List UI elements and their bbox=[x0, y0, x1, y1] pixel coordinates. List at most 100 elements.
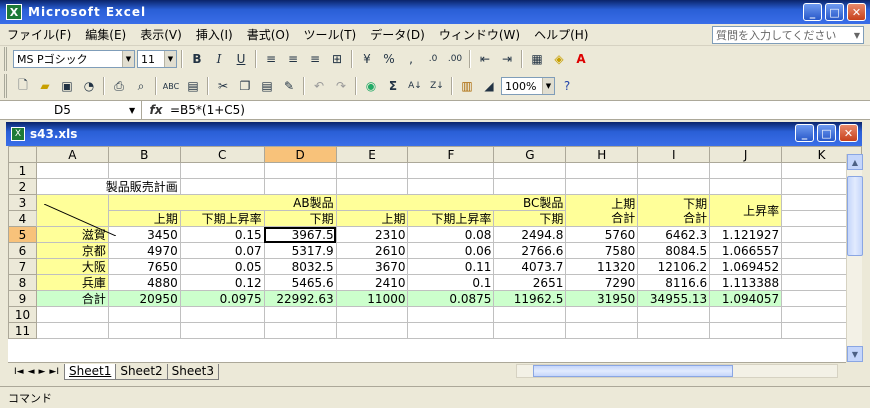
fill-color-icon[interactable]: ◈ bbox=[549, 49, 569, 69]
insert-function-icon[interactable]: fx bbox=[142, 103, 170, 117]
workbook-close-button[interactable]: ✕ bbox=[839, 124, 858, 142]
menu-insert[interactable]: 挿入(I) bbox=[189, 26, 240, 43]
cell[interactable] bbox=[565, 178, 639, 195]
underline-icon[interactable]: U bbox=[231, 49, 251, 69]
column-header-f[interactable]: F bbox=[407, 146, 495, 163]
total-cell[interactable]: 22992.63 bbox=[263, 290, 337, 307]
menu-window[interactable]: ウィンドウ(W) bbox=[432, 26, 527, 43]
header-total-second[interactable]: 下期 合計 bbox=[637, 194, 711, 227]
formula-input[interactable]: =B5*(1+C5) bbox=[170, 103, 245, 117]
column-header-h[interactable]: H bbox=[565, 146, 639, 163]
horizontal-scrollbar[interactable] bbox=[516, 364, 838, 378]
select-all-corner[interactable] bbox=[8, 146, 37, 163]
drawing-icon[interactable]: ◢ bbox=[479, 76, 499, 96]
cell[interactable]: 1.069452 bbox=[709, 258, 783, 275]
vertical-scrollbar[interactable]: ▲ ▼ bbox=[846, 154, 863, 362]
row-header[interactable]: 2 bbox=[8, 178, 37, 195]
row-header[interactable]: 10 bbox=[8, 306, 37, 323]
header-ab-product[interactable]: AB製品 bbox=[107, 194, 337, 211]
hyperlink-icon[interactable]: ◉ bbox=[361, 76, 381, 96]
header-bc-second[interactable]: 下期 bbox=[493, 210, 567, 227]
align-right-icon[interactable]: ≡ bbox=[305, 49, 325, 69]
workbook-maximize-button[interactable]: □ bbox=[817, 124, 836, 142]
total-cell[interactable]: 20950 bbox=[107, 290, 181, 307]
cell[interactable]: 7650 bbox=[107, 258, 181, 275]
menu-format[interactable]: 書式(O) bbox=[240, 26, 297, 43]
cell[interactable] bbox=[107, 306, 181, 323]
research-icon[interactable]: ▤ bbox=[183, 76, 203, 96]
cell[interactable] bbox=[637, 322, 711, 339]
autosum-icon[interactable]: Σ bbox=[383, 76, 403, 96]
cell[interactable] bbox=[493, 178, 567, 195]
cell[interactable]: 2766.6 bbox=[493, 242, 567, 259]
column-header-i[interactable]: I bbox=[637, 146, 711, 163]
tab-sheet1[interactable]: Sheet1 bbox=[64, 363, 117, 380]
chevron-down-icon[interactable]: ▼ bbox=[542, 78, 554, 94]
total-cell[interactable]: 34955.13 bbox=[637, 290, 711, 307]
tab-sheet3[interactable]: Sheet3 bbox=[166, 363, 219, 380]
font-color-icon[interactable]: A bbox=[571, 49, 591, 69]
scroll-up-icon[interactable]: ▲ bbox=[847, 154, 863, 170]
cell[interactable] bbox=[407, 162, 495, 179]
cell[interactable] bbox=[35, 322, 109, 339]
cell[interactable] bbox=[179, 162, 265, 179]
row-header[interactable]: 3 bbox=[8, 194, 37, 211]
cell[interactable]: 5317.9 bbox=[263, 242, 337, 259]
total-cell[interactable]: 0.0975 bbox=[179, 290, 265, 307]
cell[interactable]: 1.113388 bbox=[709, 274, 783, 291]
cell[interactable] bbox=[263, 162, 337, 179]
total-cell[interactable]: 0.0875 bbox=[407, 290, 495, 307]
percent-icon[interactable]: % bbox=[379, 49, 399, 69]
cell[interactable]: 0.1 bbox=[407, 274, 495, 291]
cell[interactable]: 4880 bbox=[107, 274, 181, 291]
menu-help[interactable]: ヘルプ(H) bbox=[527, 26, 595, 43]
cell[interactable]: 7580 bbox=[565, 242, 639, 259]
cell[interactable] bbox=[637, 178, 711, 195]
chevron-down-icon[interactable]: ▼ bbox=[129, 106, 141, 115]
cell[interactable] bbox=[709, 322, 783, 339]
cell[interactable]: 11320 bbox=[565, 258, 639, 275]
workbook-minimize-button[interactable]: _ bbox=[795, 124, 814, 142]
cell-grid[interactable]: A B C D E F G H I J K 1 2 製品販売計画 3 AB製品 … bbox=[8, 146, 862, 339]
cell[interactable]: 0.06 bbox=[407, 242, 495, 259]
close-button[interactable]: ✕ bbox=[847, 3, 866, 21]
header-total-first[interactable]: 上期 合計 bbox=[565, 194, 639, 227]
maximize-button[interactable]: □ bbox=[825, 3, 844, 21]
zoom-combo[interactable]: 100% ▼ bbox=[501, 77, 555, 95]
region-cell[interactable]: 滋賀 bbox=[35, 226, 109, 243]
new-document-icon[interactable]: 🗋 bbox=[13, 76, 33, 96]
cell[interactable]: 7290 bbox=[565, 274, 639, 291]
comma-icon[interactable]: , bbox=[401, 49, 421, 69]
last-sheet-icon[interactable]: ►I bbox=[49, 367, 59, 377]
cell[interactable] bbox=[493, 306, 567, 323]
cell[interactable] bbox=[335, 322, 409, 339]
cell[interactable]: 8084.5 bbox=[637, 242, 711, 259]
cell[interactable]: 4970 bbox=[107, 242, 181, 259]
copy-icon[interactable]: ❐ bbox=[235, 76, 255, 96]
cell[interactable] bbox=[565, 162, 639, 179]
cell[interactable]: 0.05 bbox=[179, 258, 265, 275]
cell[interactable] bbox=[263, 322, 337, 339]
total-cell[interactable]: 31950 bbox=[565, 290, 639, 307]
header-ab-rate[interactable]: 下期上昇率 bbox=[179, 210, 265, 227]
region-cell[interactable]: 大阪 bbox=[35, 258, 109, 275]
cell[interactable]: 2310 bbox=[335, 226, 409, 243]
sort-descending-icon[interactable]: Z↓ bbox=[427, 76, 447, 96]
excel-app-icon[interactable]: X bbox=[6, 4, 22, 20]
cell[interactable]: 0.11 bbox=[407, 258, 495, 275]
column-header-j[interactable]: J bbox=[709, 146, 783, 163]
cell[interactable] bbox=[565, 306, 639, 323]
cell[interactable]: 0.12 bbox=[179, 274, 265, 291]
cell[interactable]: 2651 bbox=[493, 274, 567, 291]
chart-wizard-icon[interactable]: ▥ bbox=[457, 76, 477, 96]
horizontal-scroll-thumb[interactable] bbox=[533, 365, 733, 377]
bold-icon[interactable]: B bbox=[187, 49, 207, 69]
cell[interactable]: 3670 bbox=[335, 258, 409, 275]
column-header-e[interactable]: E bbox=[335, 146, 409, 163]
cell[interactable] bbox=[107, 322, 181, 339]
undo-icon[interactable]: ↶ bbox=[309, 76, 329, 96]
row-header[interactable]: 4 bbox=[8, 210, 37, 227]
cell[interactable] bbox=[263, 306, 337, 323]
italic-icon[interactable]: I bbox=[209, 49, 229, 69]
open-folder-icon[interactable]: ▰ bbox=[35, 76, 55, 96]
